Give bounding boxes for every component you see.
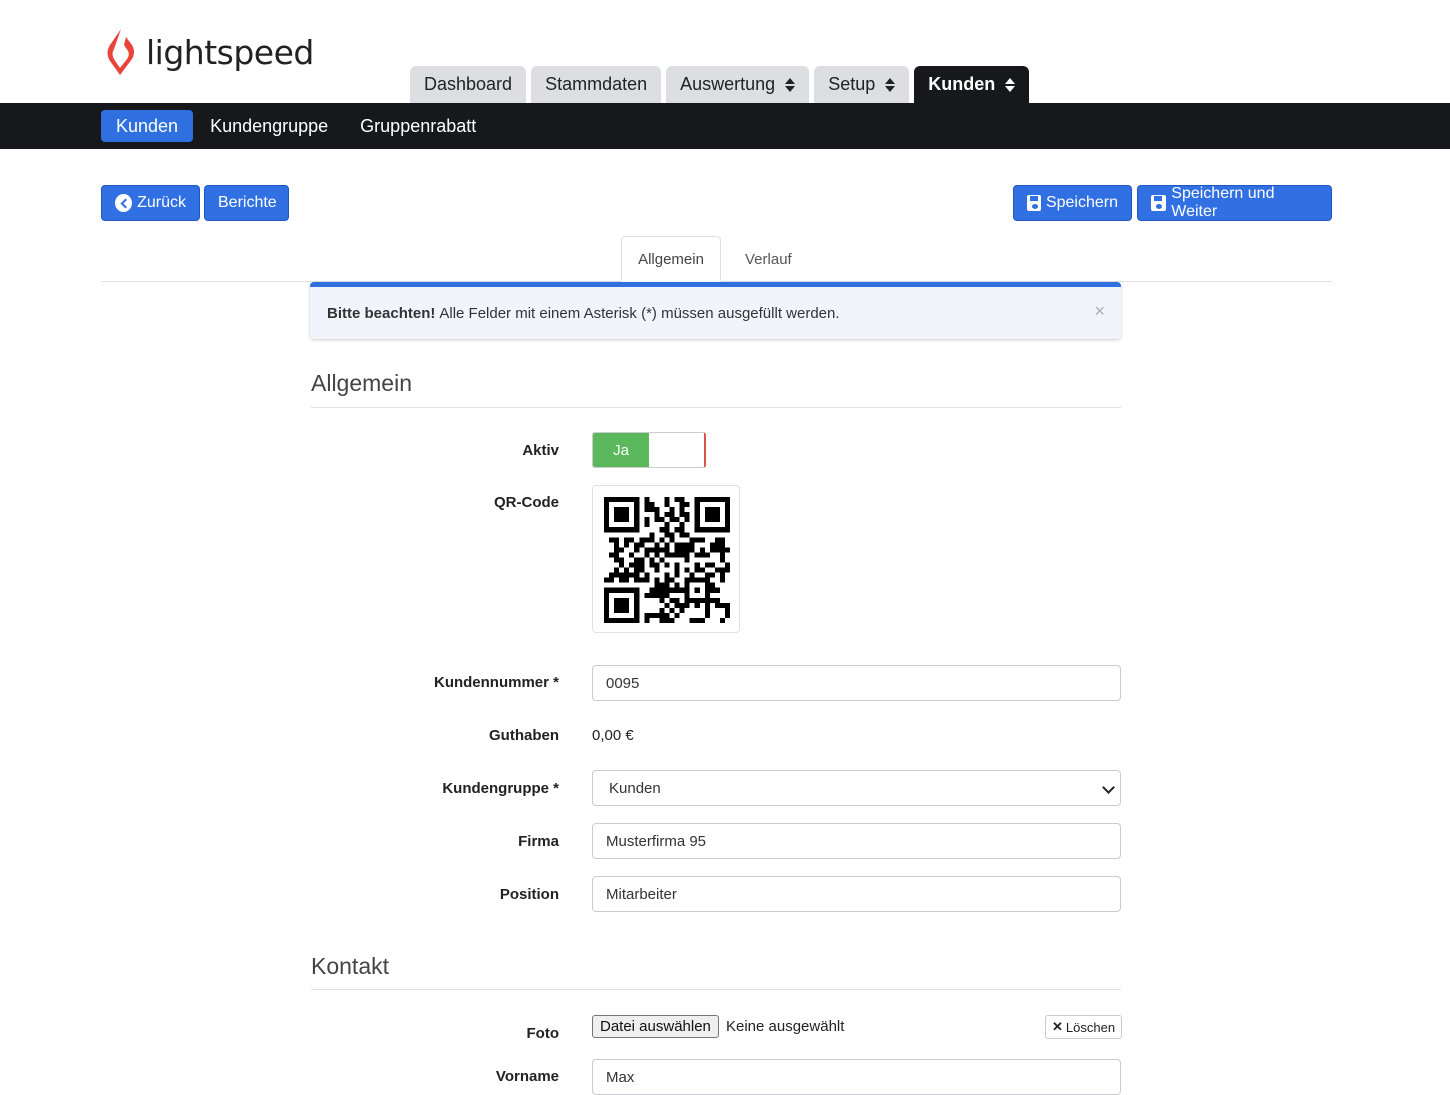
position-value: Mitarbeiter: [606, 885, 677, 903]
header: lightspeed Dashboard Stammdaten Auswertu…: [0, 0, 1450, 103]
save-button-label: Speichern: [1045, 194, 1118, 211]
sort-icon: [1005, 77, 1016, 92]
tab-setup[interactable]: Setup: [814, 66, 910, 103]
active-toggle[interactable]: Ja: [592, 432, 706, 468]
back-button-label: Zurück: [137, 194, 186, 211]
customer-group-value: Kunden: [609, 779, 661, 797]
delete-photo-button[interactable]: ✕ Löschen: [1045, 1015, 1123, 1039]
chevron-left-icon: [115, 194, 133, 212]
floppy-disk-icon: [1027, 195, 1041, 211]
save-button[interactable]: Speichern: [1013, 185, 1132, 221]
qr-code-icon: [604, 497, 730, 623]
reports-button[interactable]: Berichte: [204, 185, 289, 221]
section-divider: [311, 989, 1121, 990]
customer-group-label: Kundengruppe *: [442, 780, 559, 797]
firstname-label: Vorname: [495, 1068, 559, 1085]
tab-label: Auswertung: [680, 74, 776, 94]
close-icon[interactable]: ×: [1094, 301, 1105, 322]
subnav-item-kundengruppe[interactable]: Kundengruppe: [195, 110, 343, 142]
firstname-value: Max: [606, 1068, 635, 1086]
subnav-item-kunden[interactable]: Kunden: [101, 110, 194, 142]
sort-icon: [885, 77, 896, 92]
sub-nav: Kunden Kundengruppe Gruppenrabatt: [0, 103, 1450, 149]
section-title-contact: Kontakt: [311, 953, 389, 979]
tab-label: Kunden: [928, 74, 996, 94]
customer-number-field[interactable]: 0095: [592, 665, 1121, 701]
tab-stammdaten[interactable]: Stammdaten: [531, 66, 662, 103]
photo-label: Foto: [526, 1025, 559, 1042]
section-title-general: Allgemein: [311, 370, 412, 396]
save-and-continue-button[interactable]: Speichern und Weiter: [1137, 185, 1332, 221]
balance-value: 0,00 €: [592, 727, 634, 744]
qr-code: [592, 485, 740, 633]
tab-auswertung[interactable]: Auswertung: [666, 66, 810, 103]
choose-file-button[interactable]: Datei auswählen: [592, 1015, 719, 1038]
company-field[interactable]: Musterfirma 95: [592, 823, 1121, 859]
toggle-on-label: Ja: [593, 433, 649, 467]
tab-verlauf[interactable]: Verlauf: [729, 236, 808, 282]
position-label: Position: [499, 886, 559, 903]
tab-allgemein[interactable]: Allgemein: [621, 236, 721, 282]
company-value: Musterfirma 95: [606, 832, 707, 850]
sort-icon: [785, 77, 796, 92]
customer-number-label: Kundennummer *: [433, 674, 559, 691]
balance-label: Guthaben: [489, 727, 559, 744]
flame-icon: [107, 29, 134, 75]
reports-button-label: Berichte: [218, 194, 277, 211]
floppy-disk-icon: [1151, 195, 1167, 211]
close-icon: ✕: [1052, 1019, 1063, 1034]
delete-photo-label: Löschen: [1065, 1019, 1116, 1035]
section-divider: [311, 407, 1121, 408]
file-status-text: Keine ausgewählt: [726, 1018, 845, 1035]
customer-group-select[interactable]: Kunden: [592, 770, 1121, 806]
active-label: Aktiv: [522, 442, 559, 459]
save-and-continue-label: Speichern und Weiter: [1171, 185, 1275, 220]
position-field[interactable]: Mitarbeiter: [592, 876, 1121, 912]
tab-kunden[interactable]: Kunden: [914, 66, 1030, 103]
customer-number-value: 0095: [606, 674, 640, 692]
company-label: Firma: [518, 833, 559, 850]
brand-logo[interactable]: lightspeed: [104, 26, 314, 78]
tab-label: Dashboard: [424, 74, 513, 94]
qr-code-label: QR-Code: [494, 494, 559, 511]
toggle-off-area: [649, 433, 704, 467]
tab-label: Stammdaten: [545, 74, 648, 94]
alert-text: Alle Felder mit einem Asterisk (*) müsse…: [439, 304, 840, 322]
main-nav: Dashboard Stammdaten Auswertung Setup Ku…: [410, 66, 1034, 103]
subnav-item-gruppenrabatt[interactable]: Gruppenrabatt: [345, 110, 491, 142]
brand-name: lightspeed: [146, 32, 314, 72]
tab-label: Setup: [828, 74, 876, 94]
chevron-down-icon: [1102, 781, 1115, 794]
alert-strong: Bitte beachten!: [327, 304, 436, 322]
back-button[interactable]: Zurück: [101, 185, 200, 221]
info-alert: Bitte beachten! Alle Felder mit einem As…: [310, 282, 1121, 339]
firstname-field[interactable]: Max: [592, 1059, 1121, 1095]
tab-dashboard[interactable]: Dashboard: [410, 66, 527, 103]
